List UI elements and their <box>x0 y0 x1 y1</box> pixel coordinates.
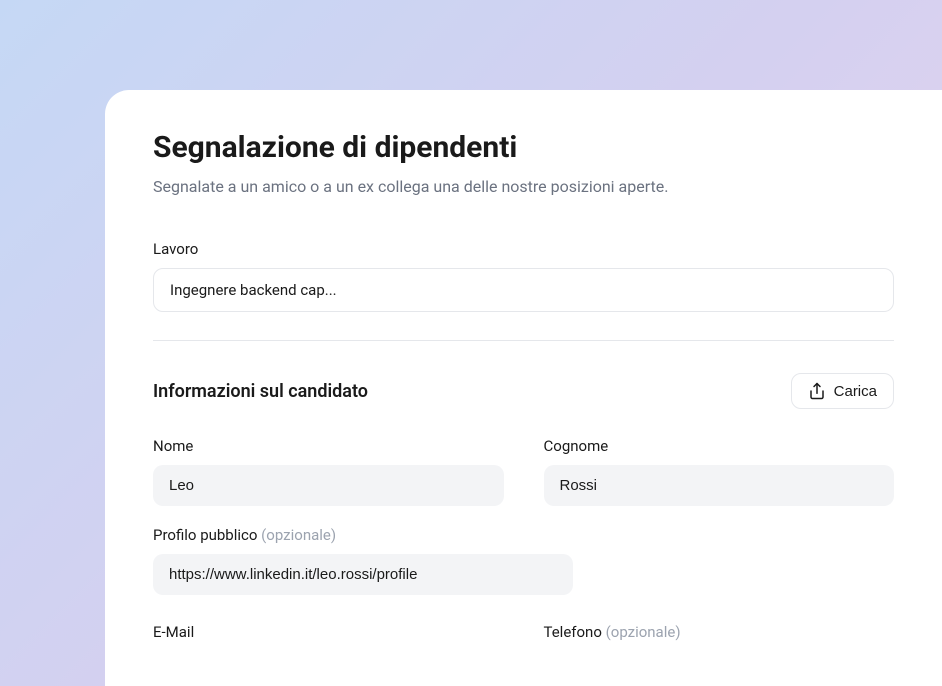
contact-row: E-Mail Telefono (opzionale) <box>153 623 894 651</box>
public-profile-label-text: Profilo pubblico <box>153 526 257 544</box>
last-name-group: Cognome <box>544 437 895 506</box>
candidate-section-title: Informazioni sul candidato <box>153 381 368 402</box>
upload-button-label: Carica <box>834 383 877 400</box>
page-title: Segnalazione di dipendenti <box>153 130 894 165</box>
first-name-group: Nome <box>153 437 504 506</box>
last-name-label: Cognome <box>544 437 895 455</box>
job-select-value: Ingegnere backend cap... <box>170 281 337 299</box>
public-profile-group: Profilo pubblico (opzionale) <box>153 526 894 595</box>
job-select[interactable]: Ingegnere backend cap... <box>153 268 894 312</box>
page-subtitle: Segnalate a un amico o a un ex collega u… <box>153 177 894 196</box>
phone-label-text: Telefono <box>544 623 602 641</box>
candidate-section-header: Informazioni sul candidato Carica <box>153 373 894 409</box>
phone-label: Telefono (opzionale) <box>544 623 895 641</box>
public-profile-input[interactable] <box>153 554 573 595</box>
job-field-group: Lavoro Ingegnere backend cap... <box>153 240 894 312</box>
section-divider <box>153 340 894 341</box>
email-group: E-Mail <box>153 623 504 651</box>
last-name-input[interactable] <box>544 465 895 506</box>
email-label: E-Mail <box>153 623 504 641</box>
job-label: Lavoro <box>153 240 894 258</box>
public-profile-optional: (opzionale) <box>261 526 336 544</box>
phone-optional: (opzionale) <box>606 623 681 641</box>
phone-group: Telefono (opzionale) <box>544 623 895 651</box>
public-profile-label: Profilo pubblico (opzionale) <box>153 526 894 544</box>
referral-card: Segnalazione di dipendenti Segnalate a u… <box>105 90 942 686</box>
first-name-input[interactable] <box>153 465 504 506</box>
name-row: Nome Cognome <box>153 437 894 506</box>
first-name-label: Nome <box>153 437 504 455</box>
upload-button[interactable]: Carica <box>791 373 894 409</box>
upload-icon <box>808 382 826 400</box>
